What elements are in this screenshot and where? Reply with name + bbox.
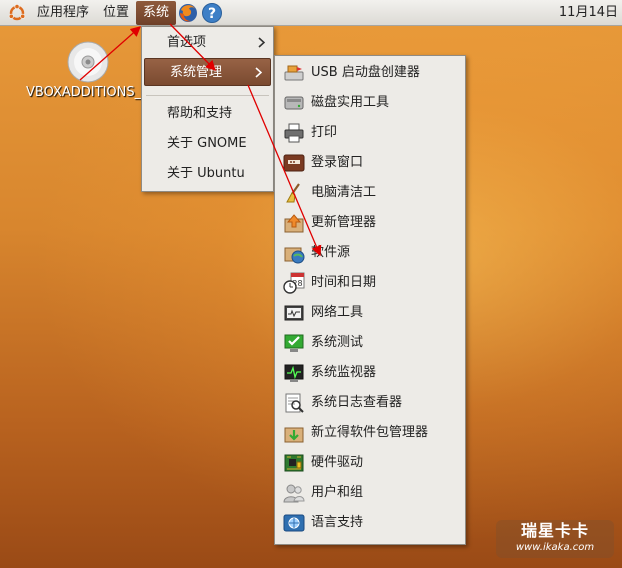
menu-item-label: 用户和组 <box>311 485 364 500</box>
menu-item-synaptic[interactable]: 新立得软件包管理器 <box>275 418 465 448</box>
menu-item-disk-utility[interactable]: 磁盘实用工具 <box>275 88 465 118</box>
places-menu[interactable]: 位置 <box>96 1 136 25</box>
system-dropdown-menu: 首选项 系统管理 帮助和支持 关于 GNOME 关于 Ubuntu <box>141 26 274 192</box>
menu-item-usb-creator[interactable]: USB 启动盘创建器 <box>275 58 465 88</box>
printer-icon <box>284 123 304 143</box>
svg-text:?: ? <box>208 6 216 22</box>
menu-item-label: 时间和日期 <box>311 275 377 290</box>
menu-item-label: 关于 GNOME <box>167 136 247 151</box>
users-icon <box>283 484 305 503</box>
watermark-title: 瑞星卡卡 <box>520 521 589 540</box>
menu-item-language-support[interactable]: 语言支持 <box>275 508 465 538</box>
software-sources-icon <box>284 247 305 264</box>
menu-item-label: 网络工具 <box>311 305 364 320</box>
log-viewer-icon <box>285 393 304 413</box>
clock[interactable]: 11月14日 <box>559 0 618 26</box>
system-menu[interactable]: 系统 <box>136 0 177 25</box>
menu-item-administration[interactable]: 系统管理 <box>144 58 271 86</box>
menu-item-label: 帮助和支持 <box>167 106 233 121</box>
menu-item-label: 打印 <box>311 125 338 140</box>
menu-item-software-sources[interactable]: 软件源 <box>275 238 465 268</box>
menu-item-hardware-drivers[interactable]: 硬件驱动 <box>275 448 465 478</box>
checkmark-monitor-icon <box>284 334 304 352</box>
update-manager-icon <box>284 214 304 233</box>
cd-disc-icon <box>67 41 109 83</box>
menu-item-label: 关于 Ubuntu <box>167 166 245 181</box>
chevron-right-icon <box>255 67 262 78</box>
menu-item-help[interactable]: 帮助和支持 <box>142 100 273 128</box>
hardware-driver-icon <box>284 454 304 472</box>
menu-item-preferences[interactable]: 首选项 <box>142 29 273 57</box>
menu-item-label: 更新管理器 <box>311 215 377 230</box>
firefox-icon[interactable] <box>177 2 199 24</box>
system-monitor-icon <box>284 364 304 382</box>
login-window-icon <box>283 154 305 172</box>
ubuntu-logo-icon[interactable] <box>8 3 26 22</box>
usb-creator-icon <box>284 65 304 81</box>
language-support-icon <box>283 514 305 532</box>
menu-item-about-gnome[interactable]: 关于 GNOME <box>142 130 273 158</box>
menu-item-label: 硬件驱动 <box>311 455 364 470</box>
watermark-logo: 瑞星卡卡 www.ikaka.com <box>496 520 614 558</box>
menu-item-label: 登录窗口 <box>311 155 364 170</box>
disk-utility-icon <box>284 96 304 110</box>
watermark-url: www.ikaka.com <box>515 542 595 553</box>
menu-item-update-manager[interactable]: 更新管理器 <box>275 208 465 238</box>
menu-item-system-testing[interactable]: 系统测试 <box>275 328 465 358</box>
menu-item-time-date[interactable]: 28 时间和日期 <box>275 268 465 298</box>
menu-item-label: 软件源 <box>311 245 351 260</box>
top-panel: 应用程序 位置 系统 ? 11月14日 <box>0 0 622 26</box>
chevron-right-icon <box>258 37 265 48</box>
menu-item-label: USB 启动盘创建器 <box>311 65 420 80</box>
menu-item-label: 新立得软件包管理器 <box>311 425 429 440</box>
help-icon[interactable]: ? <box>201 2 223 24</box>
menu-item-label: 系统测试 <box>311 335 364 350</box>
menu-item-label: 语言支持 <box>311 515 364 530</box>
menu-item-network-tools[interactable]: 网络工具 <box>275 298 465 328</box>
network-tools-icon <box>284 305 304 321</box>
menu-item-label: 电脑清洁工 <box>311 185 377 200</box>
menu-separator <box>146 95 269 96</box>
menu-item-users-groups[interactable]: 用户和组 <box>275 478 465 508</box>
menu-item-system-monitor[interactable]: 系统监视器 <box>275 358 465 388</box>
menu-item-about-ubuntu[interactable]: 关于 Ubuntu <box>142 160 273 188</box>
menu-item-log-viewer[interactable]: 系统日志查看器 <box>275 388 465 418</box>
administration-submenu: USB 启动盘创建器 磁盘实用工具 打印 登录窗口 电脑清洁工 更新管理器 软件… <box>274 55 466 545</box>
menu-item-label: 首选项 <box>167 35 207 50</box>
menu-item-label: 系统管理 <box>170 65 223 80</box>
menu-item-label: 系统监视器 <box>311 365 377 380</box>
menu-item-label: 磁盘实用工具 <box>311 95 390 110</box>
menu-item-login-window[interactable]: 登录窗口 <box>275 148 465 178</box>
menu-item-printing[interactable]: 打印 <box>275 118 465 148</box>
menu-item-label: 系统日志查看器 <box>311 395 403 410</box>
desktop-icon-label: VBOXADDITIONS_ <box>26 85 142 100</box>
applications-menu[interactable]: 应用程序 <box>30 1 96 25</box>
clock-calendar-icon: 28 <box>283 272 305 294</box>
desktop-cd-icon[interactable]: VBOXADDITIONS_ <box>26 40 148 100</box>
broom-icon <box>286 183 300 203</box>
synaptic-icon <box>284 427 304 443</box>
menu-item-computer-janitor[interactable]: 电脑清洁工 <box>275 178 465 208</box>
